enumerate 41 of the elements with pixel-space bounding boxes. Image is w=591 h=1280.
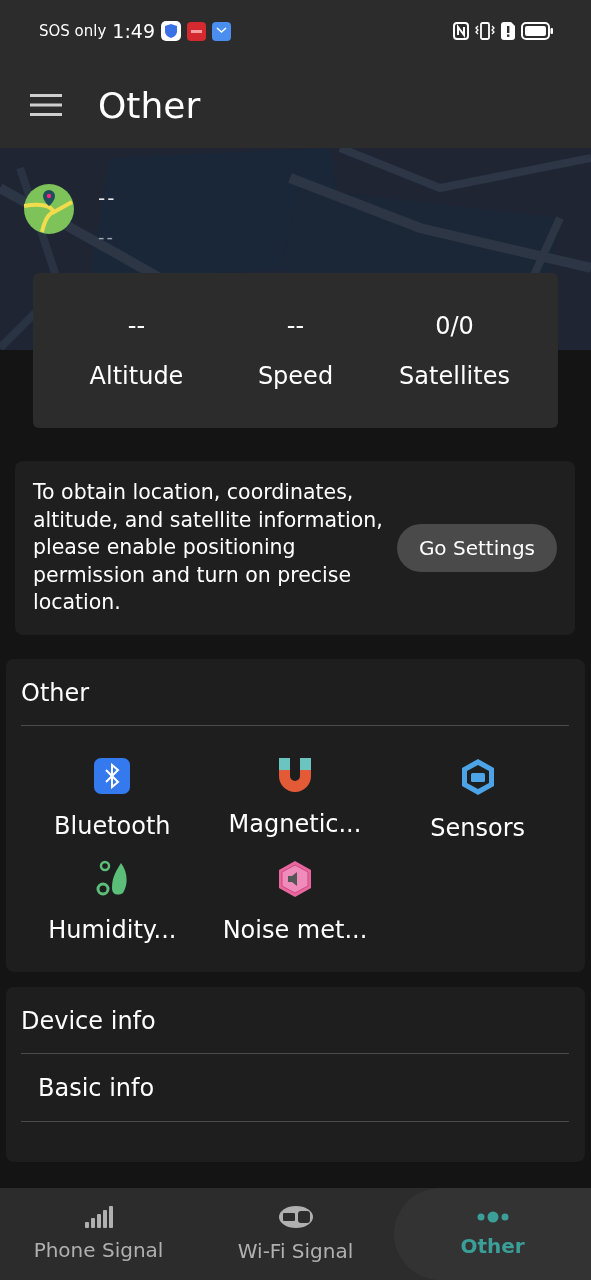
status-text: SOS only [39,22,107,40]
stat-value: -- [286,311,305,340]
speaker-icon [277,859,313,898]
coordinates-text: -- [98,226,116,247]
magnet-icon [279,757,311,792]
clock: 1:49 [112,20,156,42]
tool-label[interactable]: Sensors [430,813,526,842]
stat-value: 0/0 [435,311,474,340]
location-name: -- [98,186,117,210]
sensor-icon [459,757,496,796]
store-icon [212,21,232,41]
app-icon [187,21,207,41]
permission-message: To obtain location, coordinates, altitude, and satellite information, please enable positioning permission and turn on precise location. [33,479,384,616]
sim-alert-icon [501,22,515,40]
tool-label[interactable]: Noise met... [222,915,368,944]
tool-label[interactable]: Bluetooth [54,811,171,840]
section-title: Other [21,658,569,726]
menu-button[interactable] [30,94,62,116]
page-title: Other [98,84,201,126]
signal-icon [84,1206,113,1228]
tool-label[interactable]: Magnetic... [228,809,362,838]
nav-tab[interactable]: Phone Signal [0,1188,197,1280]
nfc-icon [453,22,469,40]
tool-label[interactable]: Humidity... [48,915,177,944]
map-pin-icon [24,184,74,234]
vibrate-icon [475,22,495,40]
shield-icon [161,21,182,41]
go-settings-button[interactable]: Go Settings [396,523,557,572]
nav-tab[interactable]: Other [394,1188,591,1280]
nav-tab[interactable]: Wi-Fi Signal [197,1188,394,1280]
list-item[interactable]: Basic info [21,1053,569,1122]
wifi-icon [277,1205,314,1229]
section-title: Device info [21,986,569,1054]
leaf-icon [96,859,129,898]
stat-label: Altitude [89,361,184,390]
bluetooth-icon [94,757,131,794]
battery-icon [521,22,553,40]
more-icon [476,1210,509,1224]
stat-label: Satellites [399,361,510,390]
stat-value: -- [127,311,146,340]
stat-label: Speed [257,361,334,390]
